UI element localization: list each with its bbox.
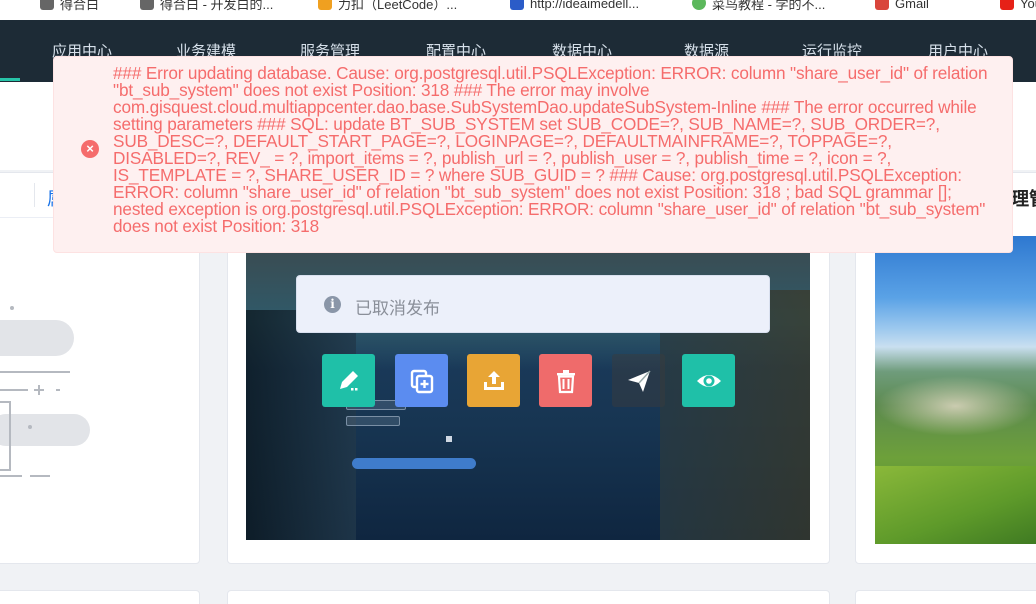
delete-button[interactable] xyxy=(539,354,592,407)
bottom-card-2 xyxy=(227,590,830,604)
bookmark-5[interactable]: 菜鸟教程 - 学的不... xyxy=(692,0,825,13)
bookmark-7[interactable]: You xyxy=(1000,0,1036,13)
bookmark-4[interactable]: http://ideaimedell... xyxy=(510,0,639,13)
preview-trees-left xyxy=(246,310,356,540)
copy-button[interactable] xyxy=(395,354,448,407)
active-nav-indicator xyxy=(0,78,20,81)
export-button[interactable] xyxy=(467,354,520,407)
gmail-icon xyxy=(875,0,889,10)
preview-checkbox xyxy=(446,436,452,442)
link-icon xyxy=(510,0,524,10)
bookmark-label: 菜鸟教程 - 学的不... xyxy=(712,0,826,12)
preview-login-button xyxy=(352,458,476,469)
landscape-town xyxy=(875,376,1036,436)
tab-divider xyxy=(34,183,35,207)
bookmark-label: Gmail xyxy=(895,0,929,11)
leetcode-icon xyxy=(318,0,332,10)
edit-button[interactable] xyxy=(322,354,375,407)
preview-button[interactable] xyxy=(682,354,735,407)
bookmarks-bar: 得合白 得合白 - 开发白的... 力扣（LeetCode）... http:/… xyxy=(0,0,1036,20)
error-message-text: ### Error updating database. Cause: org.… xyxy=(113,63,988,236)
bookmark-3[interactable]: 力扣（LeetCode）... xyxy=(318,0,457,13)
bookmark-label: You xyxy=(1020,0,1036,11)
bookmark-1[interactable]: 得合白 xyxy=(40,0,99,13)
bookmark-2[interactable]: 得合白 - 开发白的... xyxy=(140,0,273,13)
bookmark-label: http://ideaimedell... xyxy=(530,0,640,11)
empty-illustration xyxy=(0,306,90,477)
app-preview-image-2[interactable] xyxy=(875,236,1036,544)
trash-icon xyxy=(556,369,575,393)
bookmark-label: 力扣（LeetCode）... xyxy=(338,0,458,12)
close-circle-icon: × xyxy=(81,140,99,158)
bookmark-icon xyxy=(140,0,154,10)
send-icon xyxy=(627,369,651,392)
youtube-icon xyxy=(1000,0,1014,10)
eye-icon xyxy=(696,374,721,387)
runoob-icon xyxy=(692,0,706,10)
bookmark-label: 得合白 xyxy=(60,0,100,12)
copy-icon xyxy=(410,369,433,393)
right-card-title: 理管 xyxy=(1011,189,1036,209)
publish-status-box: i 已取消发布 xyxy=(296,275,770,333)
bookmark-label: 得合白 - 开发白的... xyxy=(160,0,274,12)
publish-button[interactable] xyxy=(612,354,665,407)
bottom-card-3 xyxy=(855,590,1036,604)
publish-status-text: 已取消发布 xyxy=(355,299,440,318)
edit-icon xyxy=(339,370,358,390)
bookmark-icon xyxy=(40,0,54,10)
landscape-field xyxy=(875,466,1036,544)
bottom-card-1 xyxy=(0,590,200,604)
error-message-toast: × ### Error updating database. Cause: or… xyxy=(53,56,1013,253)
preview-password-field xyxy=(346,416,400,426)
info-circle-icon: i xyxy=(324,296,341,313)
bookmark-6[interactable]: Gmail xyxy=(875,0,929,13)
upload-icon xyxy=(483,370,504,390)
